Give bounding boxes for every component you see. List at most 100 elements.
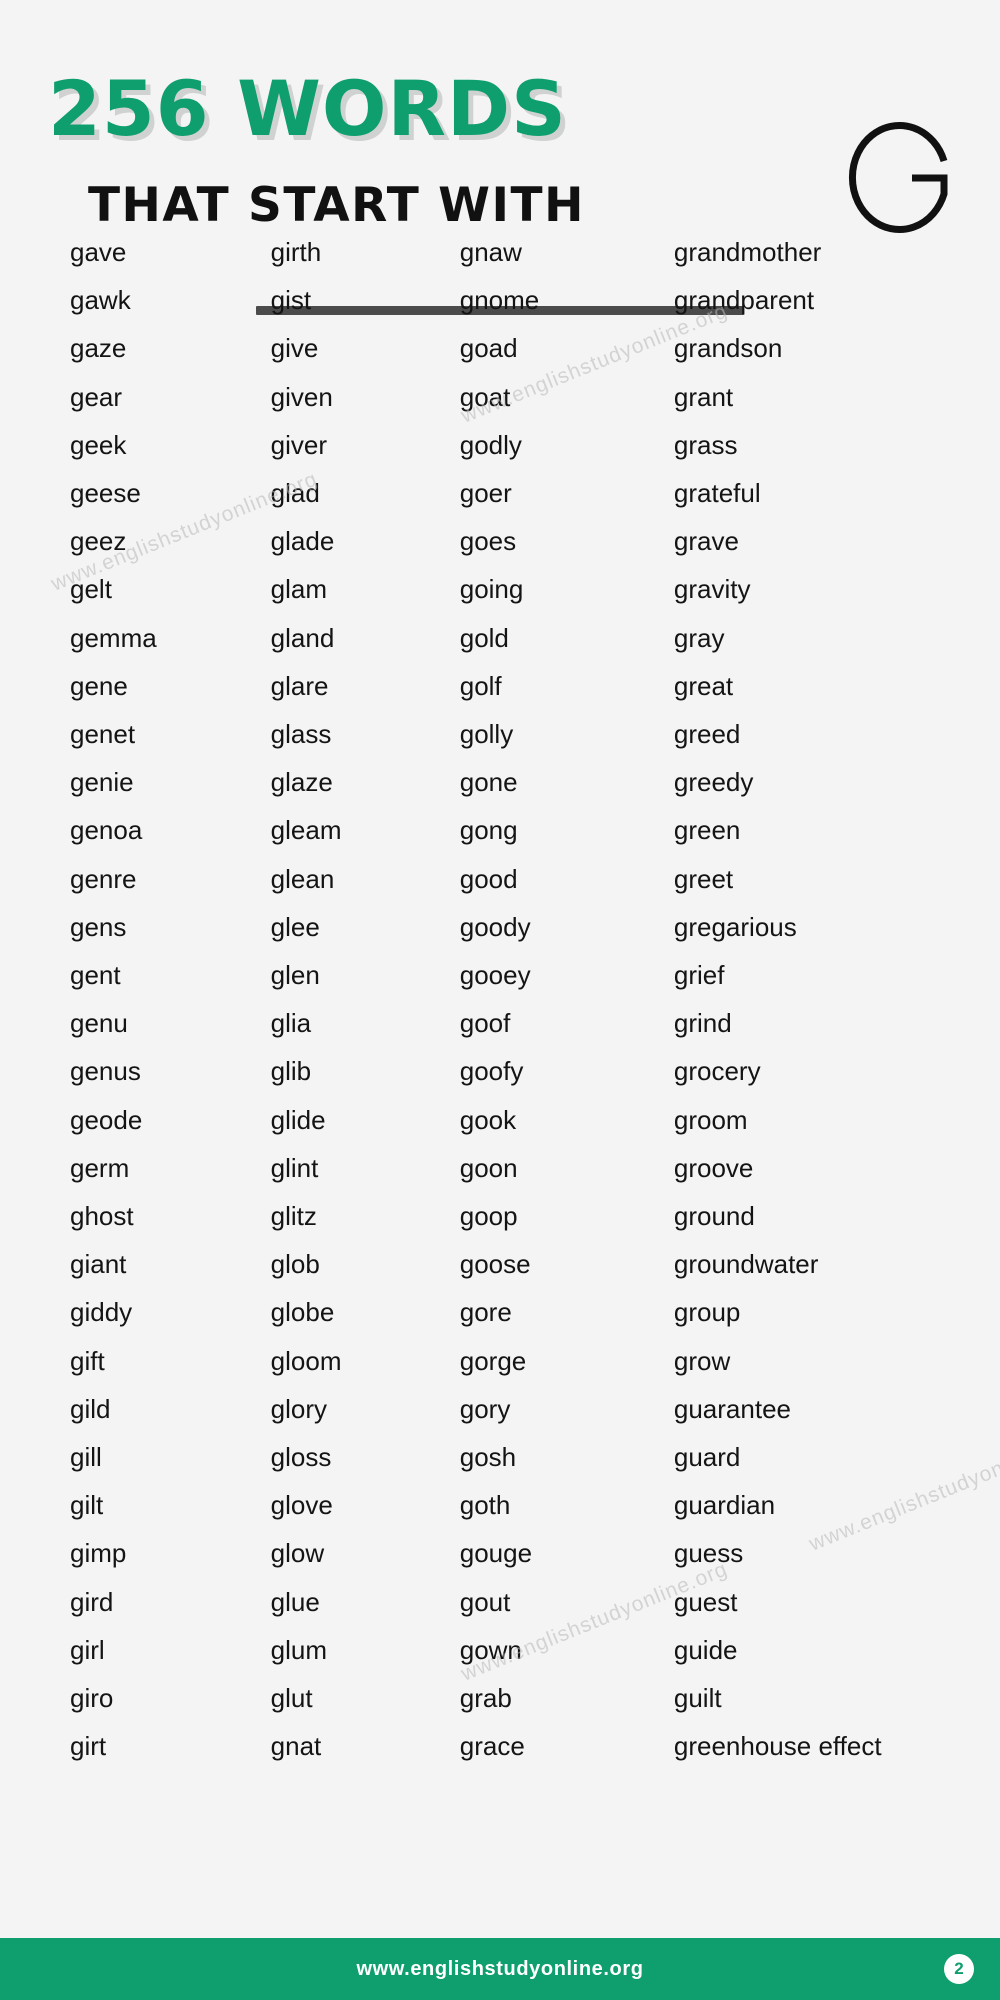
word-item: glass — [270, 719, 332, 750]
word-item: ghost — [70, 1201, 134, 1232]
word-item: groundwater — [673, 1249, 819, 1280]
word-item: gemma — [70, 622, 157, 653]
page-title: 256 WORDS — [48, 64, 567, 153]
word-item: glum — [270, 1634, 328, 1665]
word-item: genu — [70, 1008, 128, 1039]
word-item: gnat — [270, 1731, 322, 1762]
word-item: grow — [673, 1345, 731, 1376]
word-item: geez — [70, 526, 127, 557]
word-item: gaze — [70, 333, 127, 364]
word-item: gist — [270, 285, 312, 316]
word-item: grandmother — [673, 237, 822, 267]
word-item: guardian — [673, 1490, 776, 1521]
word-item: group — [673, 1297, 741, 1328]
word-item: gift — [70, 1345, 105, 1376]
word-item: grocery — [673, 1056, 761, 1087]
word-item: golf — [459, 670, 502, 701]
word-item: grave — [673, 526, 739, 557]
word-item: glare — [270, 670, 329, 701]
word-item: girt — [70, 1731, 107, 1762]
word-item: glue — [270, 1586, 320, 1617]
word-item: guest — [673, 1586, 738, 1617]
word-item: goat — [459, 381, 511, 412]
word-item: greet — [673, 863, 734, 894]
word-item: gooey — [459, 960, 531, 991]
word-item: geode — [70, 1104, 143, 1135]
word-item: girl — [70, 1634, 105, 1665]
word-item: glide — [270, 1104, 326, 1135]
word-item: gave — [70, 237, 127, 267]
word-item: gland — [270, 622, 335, 653]
title-row: 256 WORDS THAT START WITH — [0, 40, 1000, 233]
word-item: gouge — [459, 1538, 533, 1569]
word-item: gill — [70, 1442, 102, 1473]
word-item: goes — [459, 526, 517, 557]
word-item: give — [270, 333, 319, 364]
word-item: genoa — [70, 815, 143, 846]
word-item: glen — [270, 960, 320, 991]
word-item: grind — [673, 1008, 732, 1039]
word-item: grant — [673, 381, 734, 412]
word-item: gold — [459, 622, 509, 653]
page-footer: www.englishstudyonline.org 2 — [0, 1938, 1000, 2000]
poster-header: 256 WORDS THAT START WITH — [0, 0, 1000, 315]
word-item: good — [459, 863, 518, 894]
word-item: glob — [270, 1249, 320, 1280]
word-item: gong — [459, 815, 518, 846]
word-item: great — [673, 670, 734, 701]
word-item: gleam — [270, 815, 342, 846]
word-item: grace — [459, 1731, 525, 1762]
word-item: greedy — [673, 767, 754, 798]
word-item: groove — [673, 1152, 754, 1183]
word-item: gens — [70, 911, 127, 942]
word-item: grandson — [673, 333, 783, 364]
letter-g-icon — [840, 118, 958, 236]
word-item: guess — [673, 1538, 744, 1569]
word-item: giro — [70, 1683, 114, 1714]
word-item: gloom — [270, 1345, 342, 1376]
word-item: gild — [70, 1393, 111, 1424]
word-item: gravity — [673, 574, 751, 605]
word-column-4: grandmother grandparent grandson grant g… — [674, 228, 944, 1771]
word-item: goer — [459, 478, 512, 509]
word-item: groom — [673, 1104, 748, 1135]
word-item: goon — [459, 1152, 518, 1183]
word-item: guide — [673, 1634, 738, 1665]
word-item: grateful — [673, 478, 761, 509]
word-item: gent — [70, 960, 121, 991]
word-item: greed — [673, 719, 741, 750]
word-item: gear — [70, 381, 123, 412]
word-item: glut — [270, 1683, 313, 1714]
word-columns: gave gawk gaze gear geek geese geez gelt… — [0, 228, 1000, 1771]
word-item: greenhouse effect — [673, 1731, 882, 1762]
word-item: glint — [270, 1152, 319, 1183]
word-item: ground — [673, 1201, 755, 1232]
word-item: genus — [70, 1056, 141, 1087]
word-item: gelt — [70, 574, 112, 605]
word-item: gown — [459, 1634, 522, 1665]
word-item: grass — [673, 429, 738, 460]
word-item: giant — [70, 1249, 127, 1280]
word-item: gloss — [270, 1442, 332, 1473]
word-item: goose — [459, 1249, 531, 1280]
word-item: goody — [459, 911, 531, 942]
word-item: gird — [70, 1586, 114, 1617]
word-item: gimp — [70, 1538, 127, 1569]
poster-page: 256 WORDS THAT START WITH gave gawk gaze… — [0, 0, 1000, 2000]
word-column-2: girth gist give given giver glad glade g… — [271, 228, 460, 1771]
word-item: grab — [459, 1683, 512, 1714]
word-item: glow — [270, 1538, 325, 1569]
word-item: guilt — [673, 1683, 722, 1714]
word-item: glia — [270, 1008, 312, 1039]
word-item: grandparent — [673, 285, 815, 316]
word-item: gregarious — [673, 911, 797, 942]
word-item: godly — [459, 429, 522, 460]
word-item: guard — [673, 1442, 741, 1473]
word-item: glove — [270, 1490, 333, 1521]
word-item: giver — [270, 429, 328, 460]
word-item: gout — [459, 1586, 511, 1617]
word-item: glam — [270, 574, 328, 605]
footer-url: www.englishstudyonline.org — [356, 1957, 644, 1980]
word-item: gawk — [70, 285, 131, 316]
word-item: gnome — [459, 285, 540, 316]
